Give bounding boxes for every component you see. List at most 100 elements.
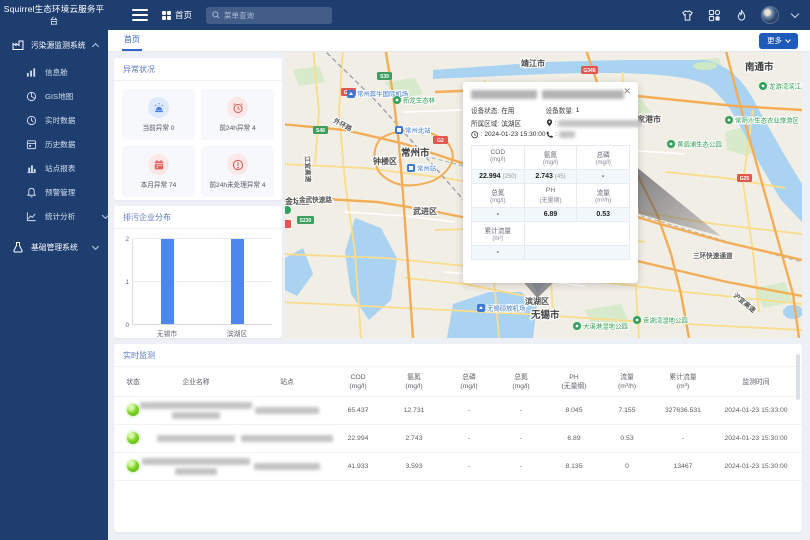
redacted-site-name xyxy=(241,435,333,442)
cell-value: 7.155 xyxy=(602,407,652,414)
card-unhandled-abnormal[interactable]: 前24h未处理异常 4 xyxy=(201,146,274,197)
svg-text:金武快速路: 金武快速路 xyxy=(298,195,332,204)
sidebar-item-info-dashboard[interactable]: 信息舱 xyxy=(0,60,108,84)
svg-text:S39: S39 xyxy=(380,74,389,80)
sidebar-item-gis-map[interactable]: GIS地图 xyxy=(0,84,108,108)
card-prev-24h-abnormal[interactable]: 前24h异常 4 xyxy=(201,89,274,140)
flame-icon[interactable] xyxy=(734,8,748,22)
metric-value: - xyxy=(472,246,525,260)
cell-value: - xyxy=(496,407,546,414)
device-count-field: 设备数量:1 xyxy=(546,105,643,115)
chart-y-axis: 012 xyxy=(120,239,132,325)
user-avatar[interactable] xyxy=(761,6,779,24)
table-scrollbar[interactable] xyxy=(796,354,800,400)
device-status-field: 设备状态:在用 xyxy=(471,105,546,115)
svg-text:黄泗浦生态公园: 黄泗浦生态公园 xyxy=(677,140,722,149)
hamburger-menu-icon[interactable] xyxy=(132,9,148,21)
cell-value: - xyxy=(442,407,496,414)
sidebar-item-history-data[interactable]: 历史数据 xyxy=(0,132,108,156)
sidebar: 污染源监测系统 信息舱 GIS地图 实时数据 历史数据 站点报表 预警管理 统计… xyxy=(0,30,108,540)
calendar-alert-icon xyxy=(148,154,169,175)
chart-x-axis: 无锡市滨湖区 xyxy=(132,328,272,338)
top-bar: Squirrel生态环境云服务平台 首页 xyxy=(0,0,810,30)
table-row[interactable]: 65.43712.731--8.0457.155327636.5312024-0… xyxy=(114,397,802,425)
redacted-site-name xyxy=(255,407,319,414)
address-field: : xyxy=(546,118,643,128)
enterprise-distribution-panel: 排污企业分布 012 无锡市滨湖区 xyxy=(114,206,282,338)
clock-icon xyxy=(471,131,479,139)
sidebar-item-site-report[interactable]: 站点报表 xyxy=(0,156,108,180)
close-icon[interactable]: ✕ xyxy=(623,87,631,96)
sidebar-item-statistics[interactable]: 统计分析 xyxy=(0,204,108,228)
table-row[interactable]: 22.9942.743--6.890.53-2024-01-23 15:30:0… xyxy=(114,425,802,453)
redacted-company-name xyxy=(142,458,250,465)
app-switcher-icon[interactable] xyxy=(707,8,721,22)
siren-icon xyxy=(148,97,169,118)
table-row[interactable]: 41.9333.593--8.1350134672024-01-23 15:30… xyxy=(114,453,802,481)
cell-value: 8.135 xyxy=(546,463,602,470)
menu-search[interactable] xyxy=(206,7,332,24)
bar-chart: 012 xyxy=(120,239,272,325)
cell-value: 327636.531 xyxy=(652,407,714,414)
sidebar-section-base-management[interactable]: 基础管理系统 xyxy=(0,232,108,262)
cell-value: 12.731 xyxy=(386,407,442,414)
panel-title: 排污企业分布 xyxy=(114,206,282,229)
svg-text:新龙生态林: 新龙生态林 xyxy=(403,96,436,105)
svg-text:三环快速通道: 三环快速通道 xyxy=(693,251,733,260)
search-icon xyxy=(212,11,220,19)
realtime-monitoring-panel: 实时监测 状态企业名称站点COD(mg/l)氨氮(mg/l)总磷(mg/l)总氮… xyxy=(114,344,802,532)
app-logo: Squirrel生态环境云服务平台 xyxy=(0,3,108,27)
theme-shirt-icon[interactable] xyxy=(680,8,694,22)
sidebar-item-alert-management[interactable]: 预警管理 xyxy=(0,180,108,204)
svg-text:常州市: 常州市 xyxy=(401,147,430,159)
cell-value: - xyxy=(442,435,496,442)
sidebar-item-realtime-data[interactable]: 实时数据 xyxy=(0,108,108,132)
chevron-down-icon xyxy=(785,37,791,43)
bar-滨湖区 xyxy=(231,239,244,324)
apps-grid-icon xyxy=(162,11,171,20)
cell-value: - xyxy=(496,463,546,470)
metric-header: 总磷(mg/l) xyxy=(577,146,629,170)
cell-value: 0.53 xyxy=(602,435,652,442)
svg-text:武进区: 武进区 xyxy=(413,206,437,216)
sidebar-section-pollution-monitoring[interactable]: 污染源监测系统 xyxy=(0,30,108,60)
svg-text:无锡硕放机场: 无锡硕放机场 xyxy=(487,304,525,313)
table-body: 65.43712.731--8.0457.155327636.5312024-0… xyxy=(114,397,802,481)
search-input[interactable] xyxy=(224,11,326,20)
svg-text:S230: S230 xyxy=(300,218,312,224)
phone-icon xyxy=(546,131,554,139)
svg-text:南通市: 南通市 xyxy=(745,61,774,73)
cell-value: 22.994 xyxy=(330,435,386,442)
abnormal-status-panel: 异常状况 当前异常 0 前24h异常 4 本月异常 74 前24h未处理异常 4 xyxy=(114,58,282,200)
alarm-clock-icon xyxy=(227,97,248,118)
cell-value: 2024-01-23 15:33:00 xyxy=(714,407,798,414)
more-button[interactable]: 更多 xyxy=(759,33,798,49)
tab-home[interactable]: 首页 xyxy=(122,30,142,51)
redacted-company-name xyxy=(172,412,220,419)
tab-bar: 首页 更多 xyxy=(108,30,810,52)
redacted-popup-title xyxy=(471,90,630,99)
cell-value: 0 xyxy=(602,463,652,470)
metric-header: 总氮(mg/l) xyxy=(472,184,525,208)
card-month-abnormal[interactable]: 本月异常 74 xyxy=(122,146,195,197)
location-pin-icon xyxy=(546,119,553,127)
chevron-down-icon xyxy=(102,211,109,218)
card-current-abnormal[interactable]: 当前异常 0 xyxy=(122,89,195,140)
svg-text:常州北站: 常州北站 xyxy=(405,126,431,135)
svg-text:靖江市: 靖江市 xyxy=(521,58,545,68)
empty-cell xyxy=(525,246,629,260)
map-canvas[interactable]: G42 S39 S48 G2 S19 G346 S230 S342 S58 G2… xyxy=(285,52,802,338)
cell-value: 8.045 xyxy=(546,407,602,414)
user-menu-chevron-down-icon[interactable] xyxy=(791,9,799,17)
y-tick-label: 1 xyxy=(125,279,129,286)
svg-text:钟楼区: 钟楼区 xyxy=(373,156,397,166)
cell-value: - xyxy=(496,435,546,442)
metric-value: - xyxy=(472,208,525,222)
metric-header: 氨氮(mg/l) xyxy=(525,146,578,170)
clock-icon xyxy=(26,115,37,126)
cell-value: 6.89 xyxy=(546,435,602,442)
cell-value: 2024-01-23 15:30:00 xyxy=(714,435,798,442)
datetime-field: :2024-01-23 15:30:00 xyxy=(471,131,546,139)
region-field: 所属区域:滨湖区 xyxy=(471,118,546,128)
nav-home[interactable]: 首页 xyxy=(162,9,192,21)
